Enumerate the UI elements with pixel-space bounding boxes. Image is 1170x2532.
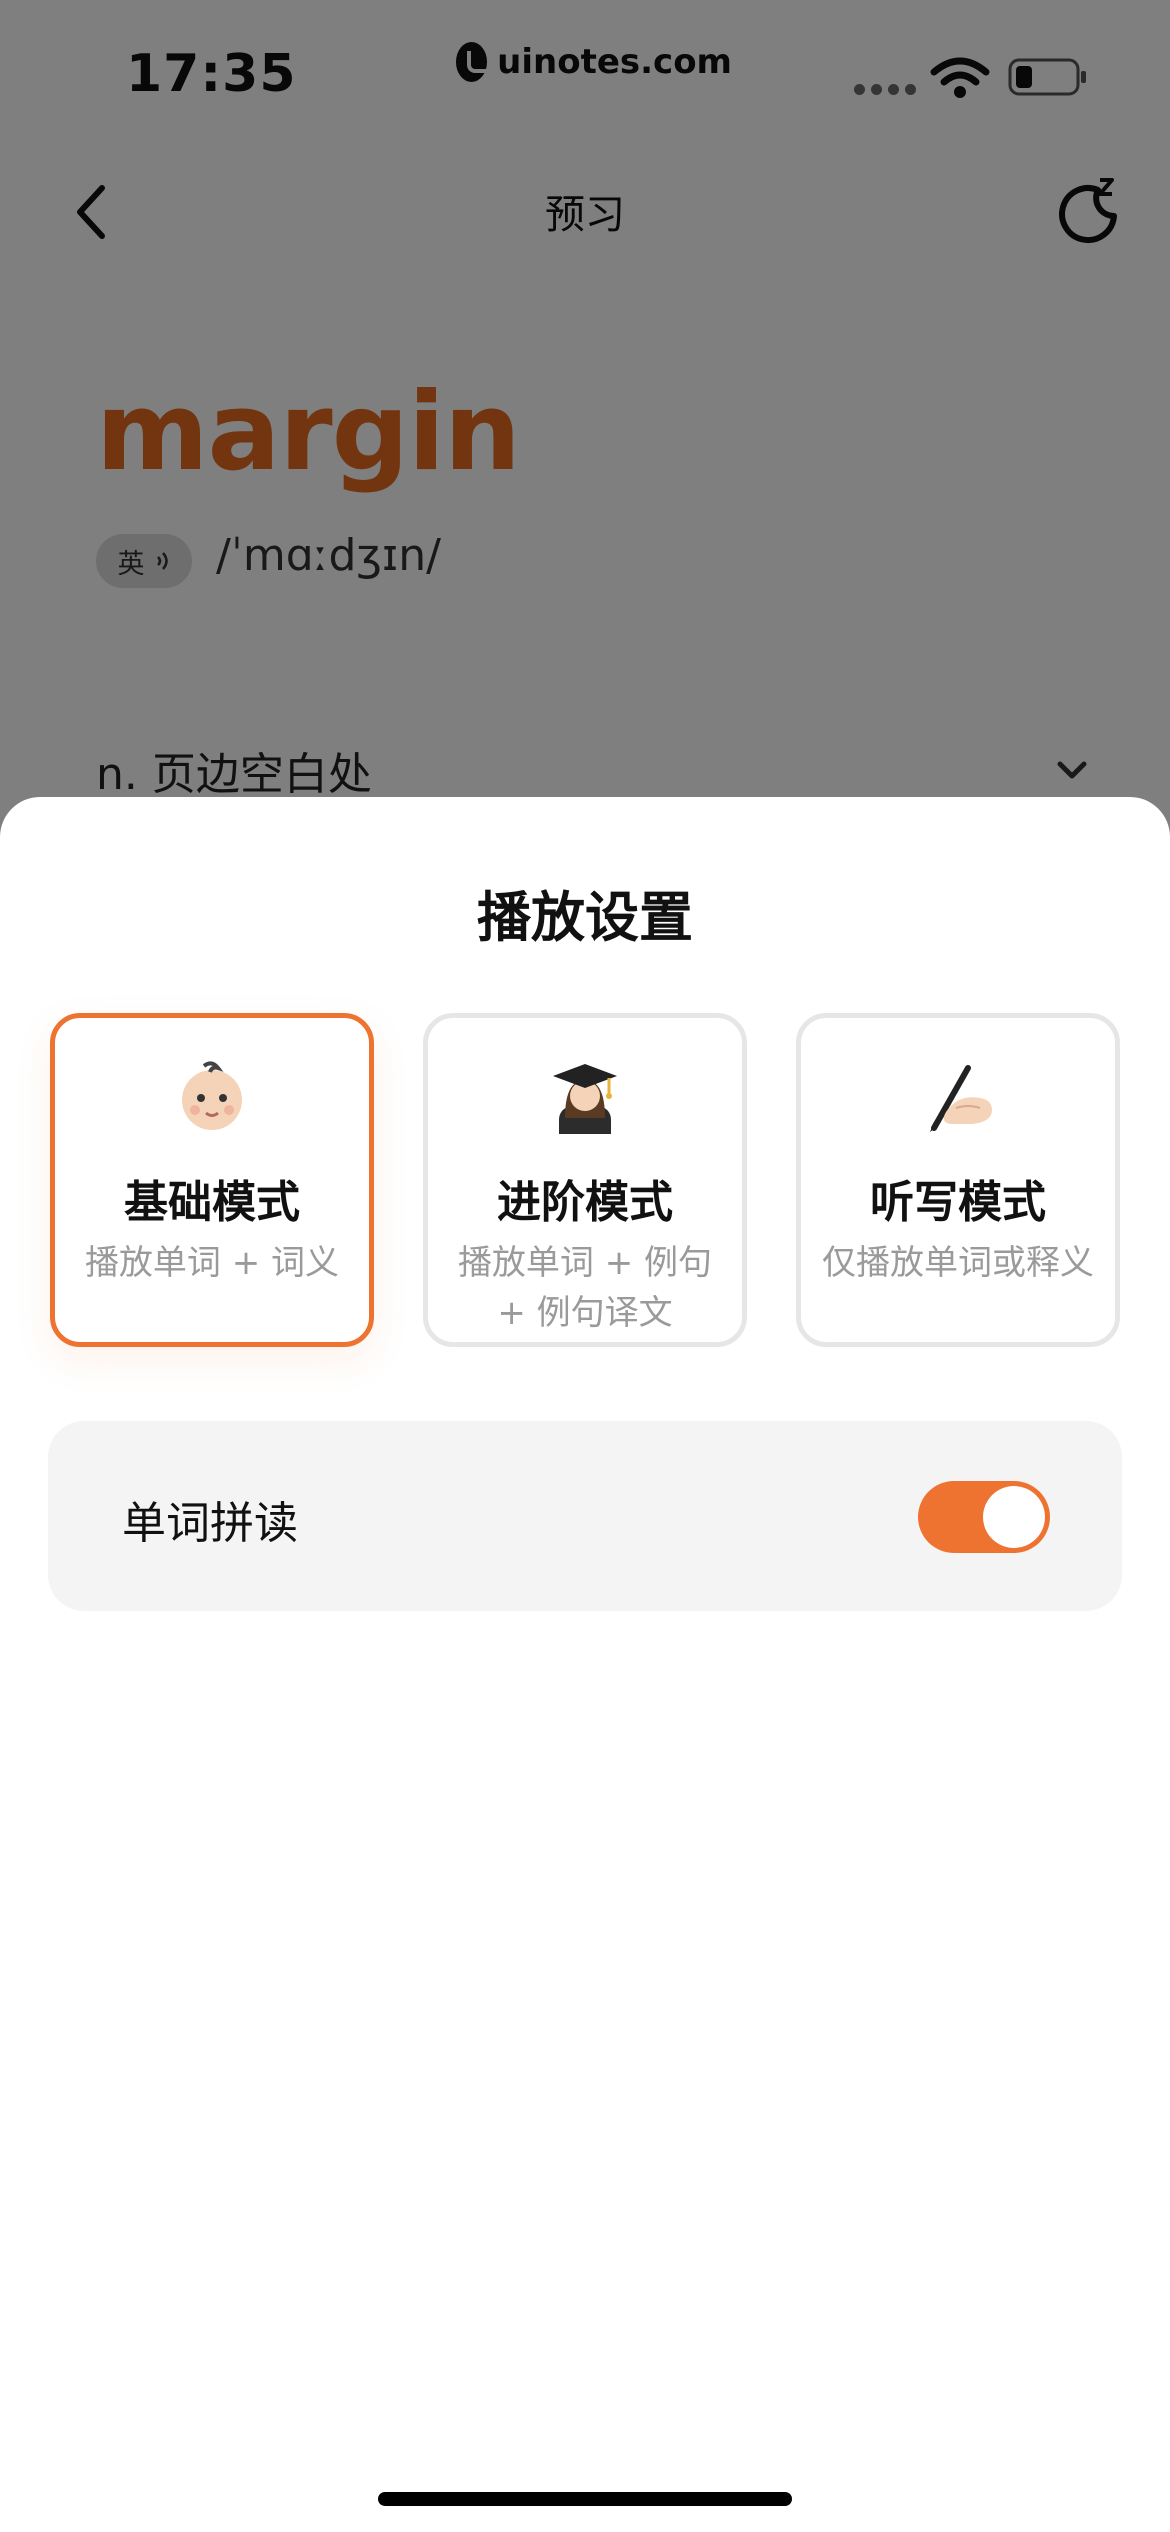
mode-card-dictation[interactable]: 听写模式 仅播放单词或释义 [796,1013,1120,1347]
screen: 17:35 uinotes.com 预习 margin 英 [0,0,1170,2532]
writing-hand-icon [801,1058,1115,1134]
word-spelling-label: 单词拼读 [122,1498,298,1549]
word-spelling-toggle[interactable] [918,1481,1050,1553]
toggle-knob [983,1486,1045,1548]
baby-icon [55,1058,369,1134]
word-spelling-row: 单词拼读 [48,1421,1122,1611]
graduate-icon [428,1058,742,1134]
mode-name: 听写模式 [870,1177,1046,1228]
home-indicator[interactable] [378,2492,792,2506]
mode-name: 进阶模式 [497,1177,673,1228]
mode-card-basic[interactable]: 基础模式 播放单词 + 词义 [50,1013,374,1347]
mode-description: 播放单词 + 词义 [84,1243,340,1283]
mode-description: 播放单词 + 例句 + 例句译文 [457,1243,713,1333]
mode-description: 仅播放单词或释义 [822,1243,1094,1283]
mode-name: 基础模式 [124,1177,300,1228]
mode-card-advanced[interactable]: 进阶模式 播放单词 + 例句 + 例句译文 [423,1013,747,1347]
playback-settings-sheet: 播放设置 基础模式 播放单词 + 词义 进阶模式 播放单词 + 例句 + 例句译… [0,797,1170,2532]
sheet-title: 播放设置 [477,886,693,949]
